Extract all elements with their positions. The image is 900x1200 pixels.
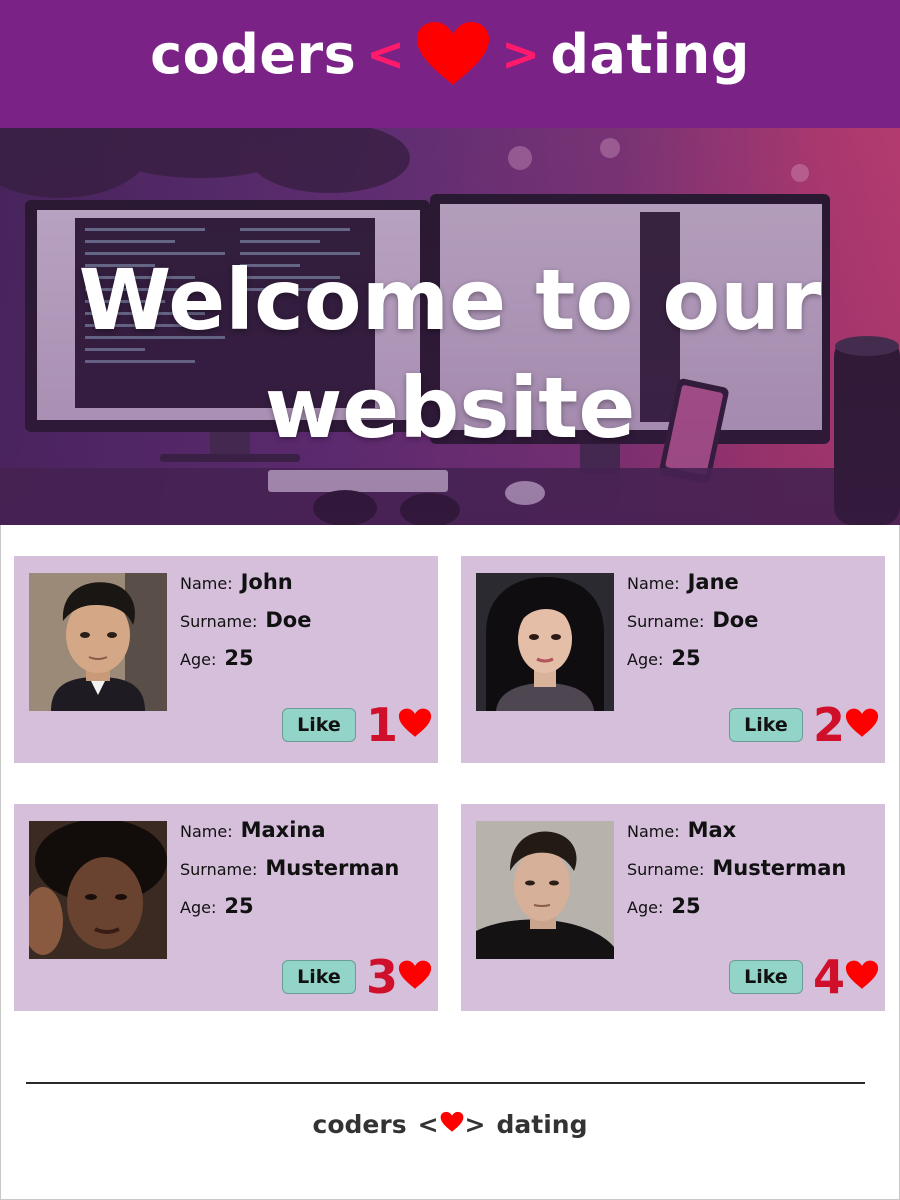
heart-icon xyxy=(845,960,879,994)
like-area: Like 4 xyxy=(728,950,879,1004)
profile-card-max: Name: Max Surname: Musterman Age: 25 Like 4 xyxy=(461,804,885,1011)
brand-right: dating xyxy=(550,22,750,86)
surname-label: Surname: xyxy=(627,612,705,631)
hero-title-line1: Welcome to our xyxy=(78,251,822,349)
like-area: Like 3 xyxy=(281,950,432,1004)
brand-logo[interactable]: coders < > dating xyxy=(150,21,750,87)
age-label: Age: xyxy=(627,898,664,917)
surname-value: Musterman xyxy=(712,856,847,880)
heart-icon xyxy=(440,1110,464,1139)
surname-label: Surname: xyxy=(627,860,705,879)
heart-icon xyxy=(845,708,879,742)
avatar xyxy=(29,573,167,711)
surname-label: Surname: xyxy=(180,860,258,879)
bracket-close: > xyxy=(501,27,541,81)
like-button[interactable]: Like xyxy=(728,960,803,994)
heart-icon xyxy=(398,708,432,742)
bracket-open: < xyxy=(366,27,406,81)
surname-value: Musterman xyxy=(265,856,400,880)
footer-brand-right: dating xyxy=(496,1110,588,1139)
site-header: coders < > dating xyxy=(0,0,900,128)
avatar xyxy=(476,821,614,959)
like-area: Like 2 xyxy=(728,698,879,752)
like-count: 4 xyxy=(812,950,845,1004)
surname-value: Doe xyxy=(265,608,312,632)
like-count: 1 xyxy=(365,698,398,752)
name-value: Maxina xyxy=(240,818,326,842)
like-button[interactable]: Like xyxy=(728,708,803,742)
avatar xyxy=(29,821,167,959)
age-label: Age: xyxy=(180,898,217,917)
name-value: Max xyxy=(687,818,737,842)
footer-bracket-close: > xyxy=(464,1110,486,1139)
surname-label: Surname: xyxy=(180,612,258,631)
like-area: Like 1 xyxy=(281,698,432,752)
like-count: 2 xyxy=(812,698,845,752)
profile-card-maxina: Name: Maxina Surname: Musterman Age: 25 Lik… xyxy=(14,804,438,1011)
age-value: 25 xyxy=(671,646,701,670)
profile-info: Name: Maxina Surname: Musterman Age: 25 xyxy=(180,818,399,928)
profile-info: Name: Max Surname: Musterman Age: 25 xyxy=(627,818,846,928)
profile-info: Name: John Surname: Doe Age: 25 xyxy=(180,570,311,680)
footer-bracket-open: < xyxy=(417,1110,439,1139)
name-label: Name: xyxy=(627,574,680,593)
footer-brand-left: coders xyxy=(312,1110,407,1139)
like-button[interactable]: Like xyxy=(281,960,356,994)
age-label: Age: xyxy=(627,650,664,669)
name-label: Name: xyxy=(180,574,233,593)
name-value: Jane xyxy=(687,570,739,594)
hero-banner: Welcome to our website xyxy=(0,128,900,525)
footer-brand-logo[interactable]: coders < > dating xyxy=(0,1110,900,1139)
footer-divider xyxy=(26,1082,865,1084)
avatar xyxy=(476,573,614,711)
name-label: Name: xyxy=(627,822,680,841)
hero-title-line2: website xyxy=(264,359,636,457)
like-count: 3 xyxy=(365,950,398,1004)
heart-icon xyxy=(398,960,432,994)
brand-left: coders xyxy=(150,22,357,86)
heart-icon xyxy=(415,21,491,87)
profile-card-jane: Name: Jane Surname: Doe Age: 25 Like 2 xyxy=(461,556,885,763)
profile-card-john: Name: John Surname: Doe Age: 25 Like 1 xyxy=(14,556,438,763)
like-button[interactable]: Like xyxy=(281,708,356,742)
name-value: John xyxy=(240,570,293,594)
hero-title: Welcome to our website xyxy=(0,246,900,462)
surname-value: Doe xyxy=(712,608,759,632)
age-value: 25 xyxy=(671,894,701,918)
name-label: Name: xyxy=(180,822,233,841)
age-label: Age: xyxy=(180,650,217,669)
age-value: 25 xyxy=(224,894,254,918)
age-value: 25 xyxy=(224,646,254,670)
profile-info: Name: Jane Surname: Doe Age: 25 xyxy=(627,570,758,680)
